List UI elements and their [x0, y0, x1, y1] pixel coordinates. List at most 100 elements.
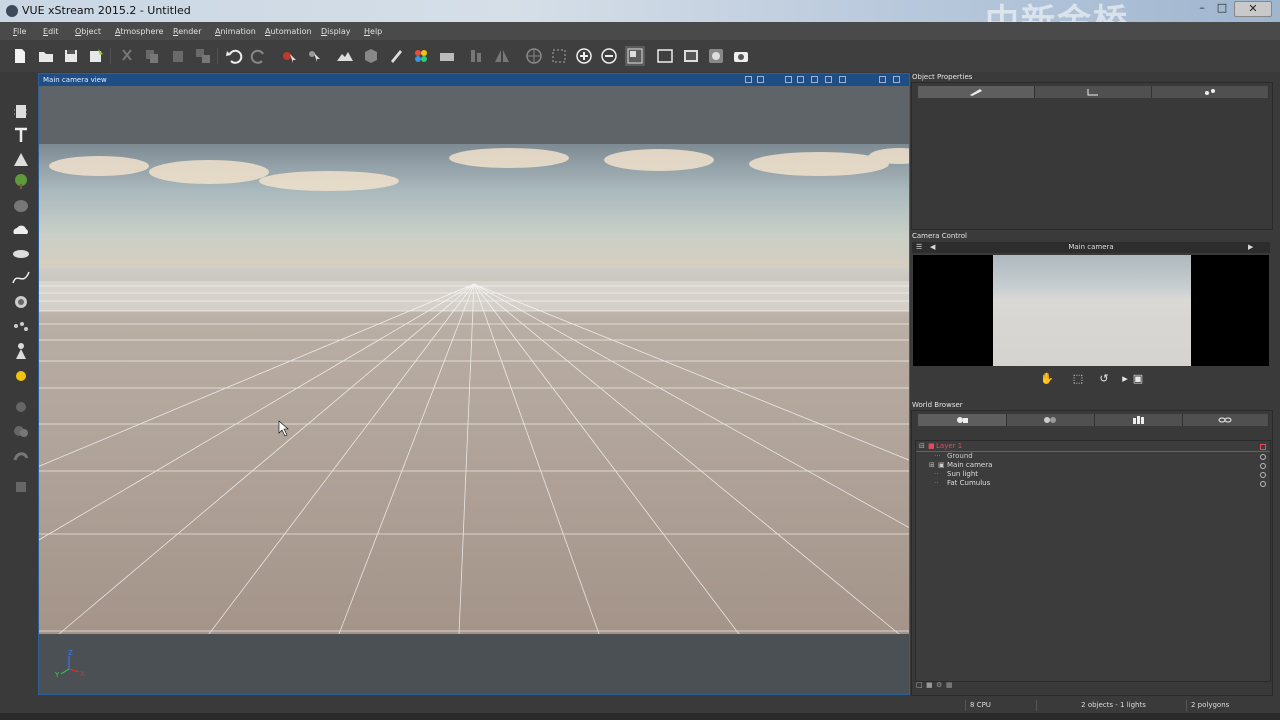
cylinder-icon[interactable] [10, 102, 32, 120]
render-area-icon[interactable] [655, 46, 675, 66]
tab-objects[interactable] [918, 414, 1007, 426]
symmetry-icon[interactable] [492, 46, 512, 66]
render-icon[interactable] [681, 46, 701, 66]
tree-row[interactable]: ·· Fat Cumulus [916, 479, 1270, 488]
globe-icon[interactable] [524, 46, 544, 66]
tree-row[interactable]: ··· Ground [916, 452, 1270, 461]
undo-icon[interactable] [224, 46, 244, 66]
camera-control-title: Camera Control [912, 232, 967, 240]
film-icon[interactable] [437, 46, 457, 66]
character-icon[interactable] [10, 342, 32, 360]
viewport-option-icon[interactable] [785, 76, 792, 83]
menu-render[interactable]: Render [173, 27, 201, 36]
viewport-zoom-icon[interactable] [745, 76, 752, 83]
zoom-in-icon[interactable] [574, 46, 594, 66]
viewport-option-icon[interactable] [797, 76, 804, 83]
expand-icon[interactable]: ⊟ [919, 442, 925, 451]
drop-icon[interactable] [386, 46, 406, 66]
menu-atmosphere[interactable]: Atmosphere [115, 27, 163, 36]
camera-lock-icon[interactable]: ▣ [1131, 372, 1145, 390]
viewport-option-icon[interactable] [839, 76, 846, 83]
camera-icon[interactable] [731, 46, 751, 66]
terrain-icon[interactable] [335, 46, 355, 66]
camera-selector[interactable]: ☰ ◀ Main camera ▶ [912, 242, 1270, 253]
save-icon[interactable] [61, 46, 81, 66]
menu-animation[interactable]: Animation [215, 27, 256, 36]
camera-pan-icon[interactable]: ✋ [1040, 372, 1054, 390]
tree-row[interactable]: ·· Sun light [916, 470, 1270, 479]
open-icon[interactable] [36, 46, 56, 66]
tab-links[interactable] [1182, 414, 1269, 426]
tree-row[interactable]: ⊞ ▣ Main camera [916, 461, 1270, 470]
tab-link[interactable] [1152, 86, 1269, 98]
menu-automation[interactable]: Automation [265, 27, 312, 36]
close-button[interactable]: ✕ [1234, 1, 1272, 17]
rock-icon[interactable] [10, 196, 32, 214]
layer-icon: ■ [928, 442, 935, 450]
menu-object[interactable]: Object [75, 27, 101, 36]
text-icon[interactable] [10, 126, 32, 144]
expand-icon[interactable]: ⊞ [929, 461, 935, 470]
view-icon[interactable] [625, 46, 645, 66]
visibility-icon[interactable] [1260, 463, 1266, 469]
save-as-icon[interactable] [86, 46, 106, 66]
delete-icon[interactable]: ■ [926, 681, 933, 689]
render-options-icon[interactable] [706, 46, 726, 66]
viewport-option-icon[interactable] [825, 76, 832, 83]
zoom-out-icon[interactable] [599, 46, 619, 66]
visibility-icon[interactable] [1260, 444, 1266, 450]
tab-library[interactable] [1094, 414, 1183, 426]
materials-icon [1044, 417, 1056, 423]
viewport-close-icon[interactable] [893, 76, 900, 83]
main-camera-viewport[interactable]: Main camera view Z Y X [38, 73, 910, 695]
boolean-icon[interactable] [10, 422, 32, 440]
planet-icon[interactable] [10, 244, 32, 262]
menu-help[interactable]: Help [364, 27, 382, 36]
curve-icon[interactable] [10, 268, 32, 286]
settings-icon[interactable]: ⚙ [936, 681, 942, 689]
maximize-button[interactable]: □ [1212, 1, 1232, 15]
cut-icon[interactable] [117, 46, 137, 66]
visibility-icon[interactable] [1260, 472, 1266, 478]
metablob-icon[interactable] [10, 446, 32, 464]
viewport-display-icon[interactable] [757, 76, 764, 83]
menu-display[interactable]: Display [321, 27, 351, 36]
duplicate-icon[interactable] [193, 46, 213, 66]
materials-icon[interactable] [411, 46, 431, 66]
tree-icon[interactable] [10, 172, 32, 190]
visibility-icon[interactable] [1260, 481, 1266, 487]
filter-icon[interactable]: ▦ [946, 681, 953, 689]
tab-graph[interactable] [1035, 86, 1152, 98]
menu-file[interactable]: File [13, 27, 26, 36]
copy-icon[interactable] [142, 46, 162, 66]
viewport-scene[interactable]: Z Y X [39, 86, 909, 694]
camera-rotate-icon[interactable]: ↺ [1097, 372, 1111, 390]
camera-next-icon[interactable]: ▶ [1248, 243, 1253, 251]
frame-icon[interactable] [549, 46, 569, 66]
viewport-expand-icon[interactable] [879, 76, 886, 83]
tab-brush[interactable] [918, 86, 1035, 98]
new-icon[interactable] [10, 46, 30, 66]
visibility-icon[interactable] [1260, 454, 1266, 460]
new-layer-icon[interactable]: □ [916, 681, 923, 689]
camera-frame-icon[interactable]: ⬚ [1071, 372, 1085, 390]
particles-icon[interactable] [10, 318, 32, 336]
select-icon[interactable] [279, 46, 299, 66]
plant-icon[interactable] [10, 150, 32, 168]
redo-icon[interactable] [249, 46, 269, 66]
camera-forward-icon[interactable]: ▸ [1118, 372, 1132, 390]
align-icon[interactable] [467, 46, 487, 66]
viewport-option-icon[interactable] [811, 76, 818, 83]
light-icon[interactable] [10, 367, 32, 385]
cloud-icon[interactable] [10, 220, 32, 238]
bottom-icon[interactable] [10, 478, 32, 496]
paste-icon[interactable] [168, 46, 188, 66]
menu-edit[interactable]: Edit [43, 27, 59, 36]
ecosystem-icon[interactable] [10, 293, 32, 311]
minimize-button[interactable]: – [1192, 1, 1212, 15]
select-move-icon[interactable] [305, 46, 325, 66]
tab-materials[interactable] [1006, 414, 1095, 426]
group-icon[interactable] [10, 398, 32, 416]
cube-icon[interactable] [361, 46, 381, 66]
tree-layer-row[interactable]: ⊟ ■ Layer 1 [916, 442, 1270, 452]
